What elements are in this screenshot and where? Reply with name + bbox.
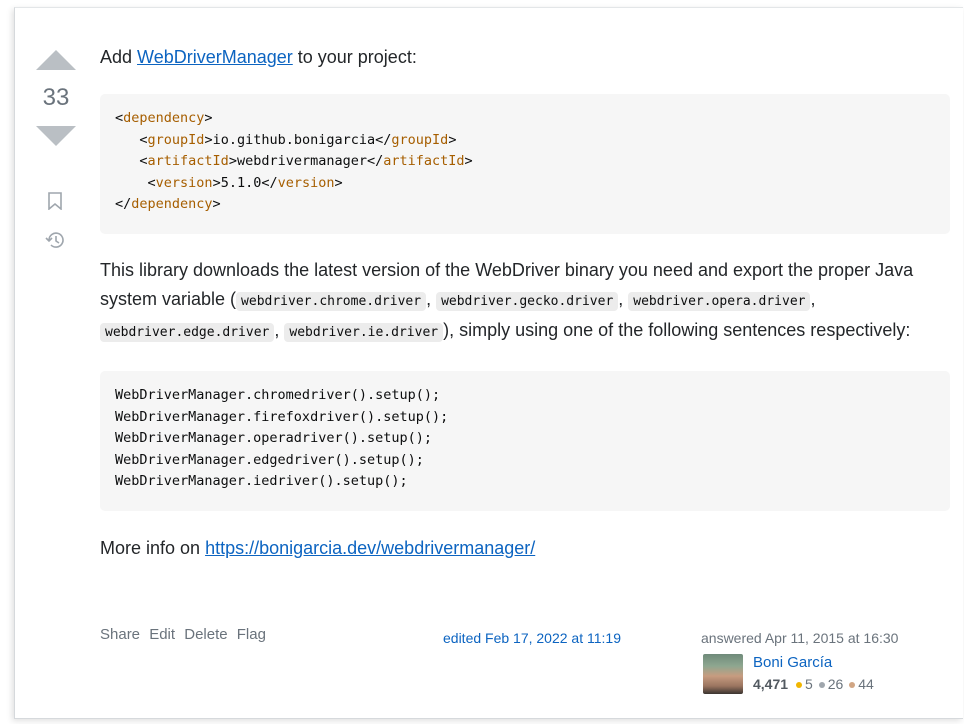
xml-tag: dependency (123, 110, 205, 126)
inline-code: webdriver.chrome.driver (236, 292, 427, 311)
intro-suffix: to your project: (292, 47, 417, 67)
xml-tag: groupId (147, 131, 205, 148)
silver-badge-count: 26 (827, 676, 844, 692)
post-menu: Share Edit Delete Flag (100, 626, 271, 643)
code-line: WebDriverManager.chromedriver().setup(); (115, 387, 441, 403)
edited-timestamp[interactable]: edited Feb 17, 2022 at 11:19 (443, 630, 621, 646)
silver-badge-icon (818, 681, 825, 688)
xml-tag: groupId (391, 131, 449, 148)
inline-code: webdriver.ie.driver (284, 323, 444, 342)
intro-prefix: Add (100, 47, 138, 67)
edit-link[interactable]: Edit (149, 626, 175, 643)
maven-dependency-code-block: <dependency> <groupId>io.github.bonigarc… (100, 94, 950, 234)
setup-code-block: WebDriverManager.chromedriver().setup();… (100, 371, 950, 511)
gold-badge-count: 5 (805, 676, 813, 692)
code-line: <artifactId>webdrivermanager</artifactId… (139, 153, 473, 170)
share-link[interactable]: Share (100, 626, 140, 643)
delete-link[interactable]: Delete (184, 626, 227, 643)
user-info: Boni García 4,471 5 26 44 (701, 654, 951, 698)
more-info-prefix: More info on (100, 538, 206, 558)
vote-down-icon[interactable] (36, 126, 76, 146)
more-info-text: More info on https://bonigarcia.dev/webd… (100, 535, 950, 561)
xml-tag: version (277, 174, 335, 191)
xml-tag: version (155, 174, 213, 191)
inline-code: webdriver.opera.driver (628, 292, 811, 311)
inline-code: webdriver.gecko.driver (436, 292, 619, 311)
webdrivermanager-link[interactable]: WebDriverManager (137, 47, 293, 67)
answer-body: Add WebDriverManager to your project: <d… (100, 44, 950, 561)
gold-badge-icon (796, 681, 803, 688)
bronze-badge-icon (849, 681, 856, 688)
code-line: <version>5.1.0</version> (147, 174, 343, 191)
docs-link[interactable]: https://bonigarcia.dev/webdrivermanager/ (205, 538, 535, 558)
username-link[interactable]: Boni García (753, 654, 832, 671)
reputation-score: 4,471 (753, 676, 789, 692)
code-line: </dependency> (115, 196, 221, 213)
vote-count: 33 (42, 84, 70, 111)
xml-tag: artifactId (147, 153, 229, 170)
code-line: WebDriverManager.iedriver().setup(); (115, 473, 408, 490)
answered-timestamp: answered Apr 11, 2015 at 16:30 (701, 630, 899, 646)
flag-link[interactable]: Flag (237, 626, 266, 643)
xml-tag: artifactId (383, 153, 465, 170)
bronze-badge-count: 44 (858, 676, 874, 692)
intro-text: Add WebDriverManager to your project: (100, 44, 950, 70)
code-line: <dependency> (115, 110, 213, 126)
history-icon[interactable] (44, 230, 66, 250)
vote-cell: 33 (32, 50, 80, 248)
xml-tag: dependency (131, 196, 213, 213)
user-card: answered Apr 11, 2015 at 16:30 Boni Garc… (701, 630, 951, 698)
description-paragraph: This library downloads the latest versio… (100, 260, 914, 342)
avatar[interactable] (703, 654, 743, 694)
code-line: WebDriverManager.firefoxdriver().setup()… (115, 408, 449, 425)
code-line: WebDriverManager.edgedriver().setup(); (115, 451, 424, 468)
reputation-row: 4,471 5 26 44 (753, 676, 874, 692)
description-text: ), simply using one of the following sen… (443, 320, 911, 340)
code-line: <groupId>io.github.bonigarcia</groupId> (139, 131, 457, 148)
vote-up-icon[interactable] (36, 50, 76, 70)
bookmark-icon[interactable] (48, 192, 62, 210)
inline-code: webdriver.edge.driver (100, 323, 275, 342)
code-line: WebDriverManager.operadriver().setup(); (115, 430, 432, 447)
